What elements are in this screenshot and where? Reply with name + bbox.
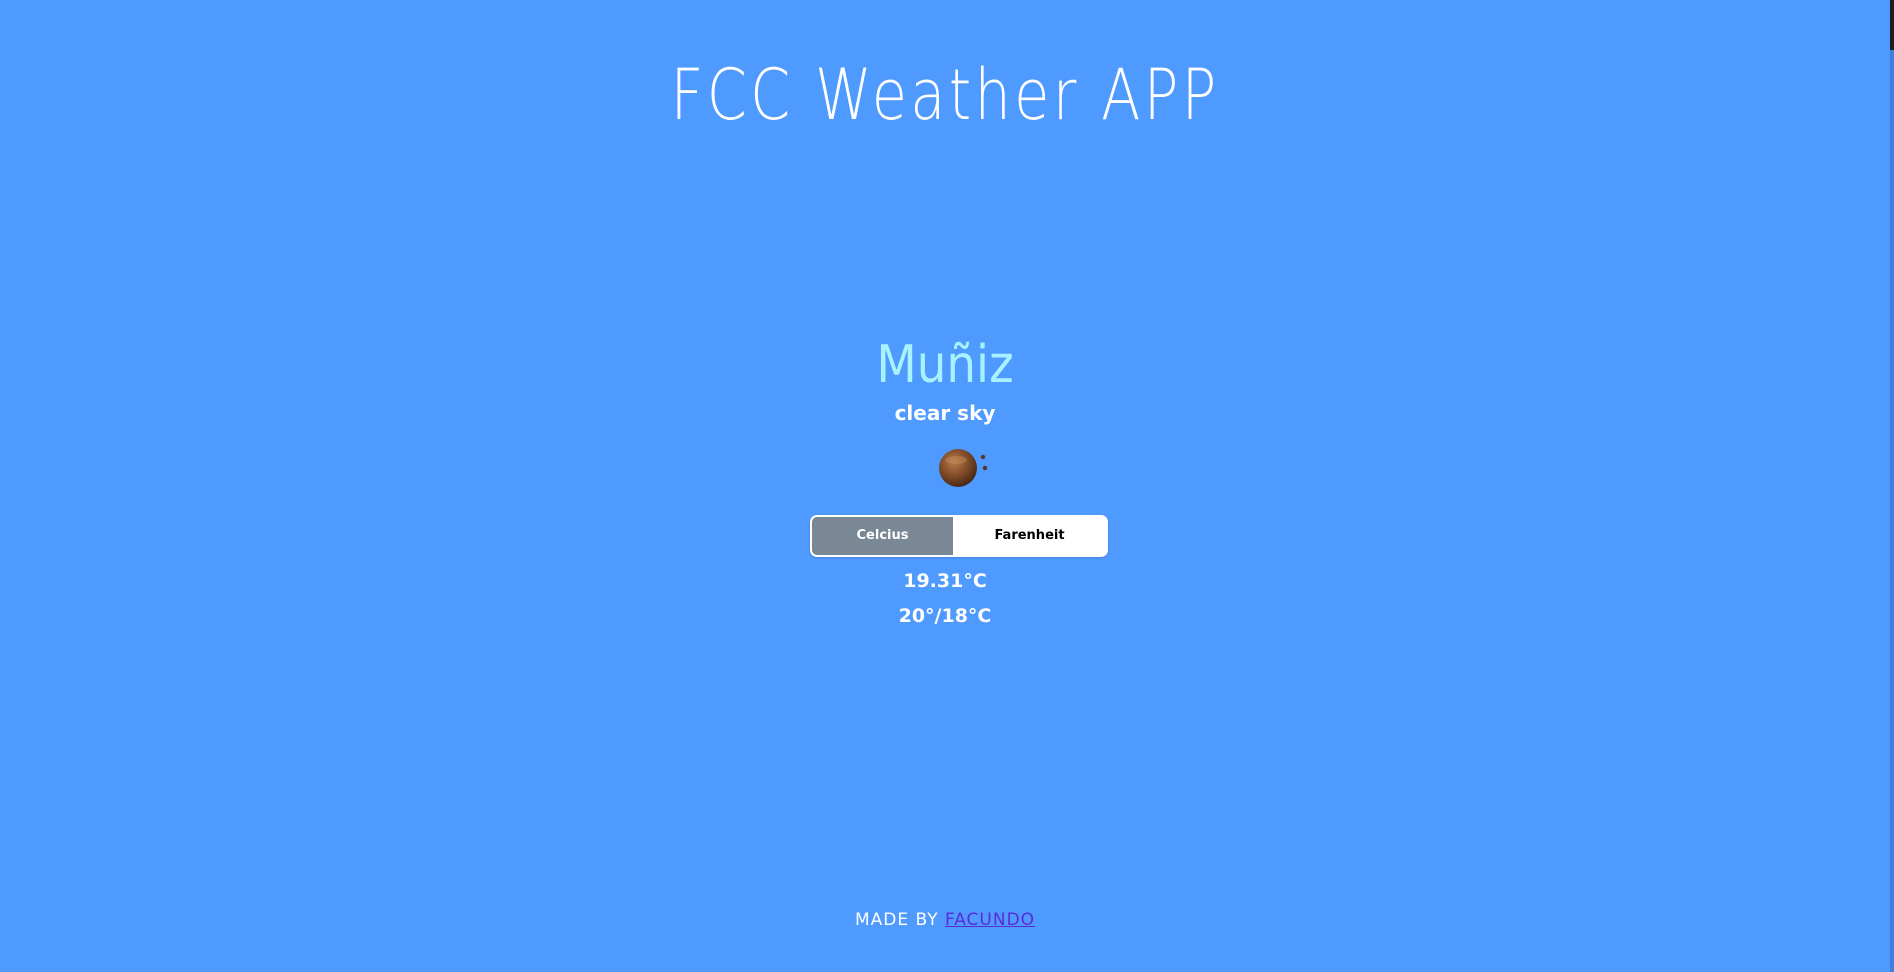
city-name: Muñiz <box>876 335 1014 395</box>
app-title: FCC Weather APP <box>670 53 1220 136</box>
clear-night-moon-icon <box>939 449 988 487</box>
page: FCC Weather APP Muñiz clear sky Celcius … <box>0 0 1890 972</box>
author-link[interactable]: FACUNDO <box>945 910 1035 930</box>
celcius-button[interactable]: Celcius <box>812 517 953 555</box>
footer-prefix: MADE BY <box>854 910 945 930</box>
temperature-range: 20°/18°C <box>898 605 992 627</box>
weather-description: clear sky <box>894 401 996 425</box>
vertical-scrollbar[interactable] <box>1890 0 1894 972</box>
current-temperature: 19.31°C <box>903 570 987 592</box>
scrollbar-thumb[interactable] <box>1890 0 1894 50</box>
footer: MADE BY FACUNDO <box>0 908 1890 932</box>
unit-toggle[interactable]: Celcius Farenheit <box>810 515 1108 557</box>
farenheit-button[interactable]: Farenheit <box>953 517 1106 555</box>
